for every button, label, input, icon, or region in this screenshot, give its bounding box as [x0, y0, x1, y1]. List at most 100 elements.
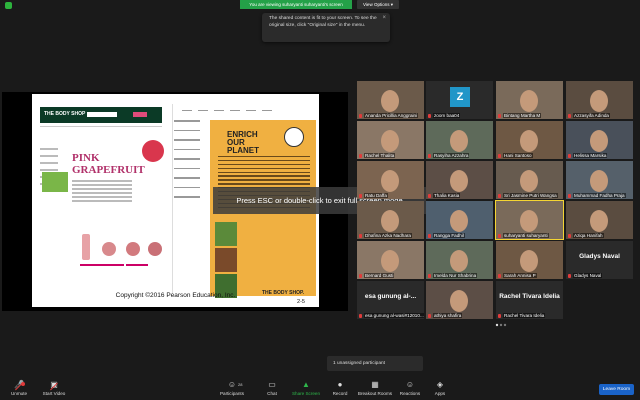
- participant-name: Dhafina Azka Nadhara: [364, 233, 412, 238]
- participant-name: Bintang Martha M: [503, 113, 542, 118]
- participant-name: Sarah Annisa P: [503, 273, 537, 278]
- participant-gallery: Ananda Pricillia Anggraini Zzoom baa04 Bin…: [357, 81, 637, 321]
- participant-face: [450, 210, 468, 232]
- muted-mic-icon: [359, 193, 362, 198]
- participant-face: [381, 130, 399, 152]
- participant-tile[interactable]: Rachel Thalita: [357, 121, 424, 159]
- meeting-toolbar: 🎤 Unmute ▣ Start Video ☺ 28 Participants…: [0, 378, 640, 400]
- unmute-button[interactable]: 🎤 Unmute: [6, 380, 32, 400]
- participant-tile[interactable]: Dhafina Azka Nadhara: [357, 201, 424, 239]
- chat-button[interactable]: ▭ Chat: [260, 380, 284, 400]
- product-label: [126, 264, 148, 266]
- participant-face: [520, 90, 538, 112]
- shop-nav: [40, 126, 162, 127]
- participant-tile[interactable]: Hani Santoso: [496, 121, 563, 159]
- participant-avatar: Z: [450, 87, 470, 107]
- participant-tile[interactable]: Muhammad Fadha Praja: [566, 161, 633, 199]
- slide-divider: [172, 104, 173, 294]
- participant-tile[interactable]: Rasyiha Azzahra: [426, 121, 493, 159]
- share-screen-button[interactable]: ▲ Share Screen: [289, 380, 323, 400]
- chat-label: Chat: [267, 391, 277, 396]
- muted-mic-icon: [428, 273, 431, 278]
- participant-name: zoom baa04: [433, 113, 461, 118]
- breakout-rooms-button[interactable]: ▦ Breakout Rooms: [356, 380, 394, 400]
- reactions-label: Reactions: [399, 391, 421, 396]
- participant-tile[interactable]: Sarah Annisa P: [496, 241, 563, 279]
- participant-name: Sri Jasmine Putri Wangsa: [503, 193, 558, 198]
- gallery-page-indicator[interactable]: [494, 323, 508, 327]
- muted-mic-icon: [568, 273, 571, 278]
- planet-title: ENRICH OUR PLANET: [227, 130, 259, 155]
- participant-face: [450, 170, 468, 192]
- product-bottle-image: [82, 234, 90, 260]
- unassigned-participant-popup[interactable]: 1 unassigned participant: [327, 356, 423, 371]
- leave-room-button[interactable]: Leave Room: [599, 384, 634, 395]
- participant-tile[interactable]: athiya shafira: [426, 281, 493, 319]
- product-title: PINK GRAPEFRUIT: [72, 152, 145, 176]
- site-top-nav: [182, 107, 312, 111]
- participant-tile[interactable]: Aziqa Hanifah: [566, 201, 633, 239]
- participant-face: [590, 210, 608, 232]
- participant-name: Rangga Fadhil: [433, 233, 465, 238]
- muted-mic-icon: [359, 273, 362, 278]
- product-jar-image: [148, 242, 162, 256]
- participant-tile[interactable]: Imelda Nur Shabrina: [426, 241, 493, 279]
- participant-display-name: esa gunung al-...: [364, 293, 417, 300]
- participant-name: Bernard Gusti: [364, 273, 395, 278]
- participant-tile[interactable]: suharyanti suharyanti: [495, 200, 564, 240]
- muted-mic-icon: [498, 273, 501, 278]
- reactions-button[interactable]: ☺ Reactions: [396, 380, 424, 400]
- participants-label: Participants: [219, 391, 244, 396]
- site-side-nav: [174, 120, 206, 206]
- shop-button: [133, 112, 147, 117]
- participant-face: [520, 210, 538, 232]
- participant-name: Rasyiha Azzahra: [433, 153, 470, 158]
- view-options-button[interactable]: View Options ▾: [357, 0, 399, 9]
- participant-face: [381, 250, 399, 272]
- participant-tile[interactable]: Gladys Naval Gladys Naval: [566, 241, 633, 279]
- product-description: [72, 180, 132, 204]
- breakout-rooms-icon: ▦: [371, 380, 379, 389]
- participant-tile[interactable]: Rachel Tivara Idelia Rachel Tivara Idelia: [496, 281, 563, 319]
- participant-face: [381, 210, 399, 232]
- product-jar-image: [102, 242, 116, 256]
- participant-tile[interactable]: Bernard Gusti: [357, 241, 424, 279]
- share-screen-icon: ▲: [302, 380, 310, 389]
- participant-name: Ananda Pricillia Anggraini: [364, 113, 419, 118]
- participant-name: Imelda Nur Shabrina: [433, 273, 478, 278]
- slide-page-number: 2-5: [297, 299, 305, 305]
- participant-tile[interactable]: Thalia Kasia: [426, 161, 493, 199]
- participant-tile[interactable]: Bintang Martha M: [496, 81, 563, 119]
- participants-button[interactable]: ☺ 28 Participants: [214, 380, 250, 400]
- muted-mic-icon: [359, 113, 362, 118]
- participant-face: [450, 290, 468, 312]
- muted-mic-icon: [498, 233, 501, 238]
- participant-tile[interactable]: Helissa Marsika: [566, 121, 633, 159]
- muted-mic-icon: [498, 113, 501, 118]
- participant-tile[interactable]: Rangga Fadhil: [426, 201, 493, 239]
- breakout-rooms-label: Breakout Rooms: [357, 391, 393, 396]
- product-jar-image: [126, 242, 140, 256]
- muted-mic-icon: [568, 153, 571, 158]
- participant-tile[interactable]: Azzasyifa Adinda: [566, 81, 633, 119]
- apps-button[interactable]: ◈ Apps: [430, 380, 450, 400]
- participant-tile[interactable]: Sri Jasmine Putri Wangsa: [496, 161, 563, 199]
- chat-icon: ▭: [268, 380, 276, 389]
- record-button[interactable]: ● Record: [328, 380, 352, 400]
- share-screen-label: Share Screen: [291, 391, 321, 396]
- muted-mic-icon: [568, 193, 571, 198]
- participant-tile[interactable]: Zzoom baa04: [426, 81, 493, 119]
- promo-block: [42, 172, 68, 192]
- muted-mic-icon: [428, 153, 431, 158]
- apps-icon: ◈: [436, 380, 444, 389]
- participant-tile[interactable]: Ratu Daffa: [357, 161, 424, 199]
- participant-tile[interactable]: Ananda Pricillia Anggraini: [357, 81, 424, 119]
- muted-mic-icon: [568, 113, 571, 118]
- close-icon[interactable]: ×: [382, 15, 386, 22]
- start-video-button[interactable]: ▣ Start Video: [38, 380, 70, 400]
- record-label: Record: [332, 391, 348, 396]
- participant-face: [590, 170, 608, 192]
- participant-tile[interactable]: esa gunung al-... esa gunung al-wasi#1201…: [357, 281, 424, 319]
- tooltip-text: The shared content is fit to your screen…: [269, 16, 377, 28]
- participant-name: suharyanti suharyanti: [503, 233, 549, 238]
